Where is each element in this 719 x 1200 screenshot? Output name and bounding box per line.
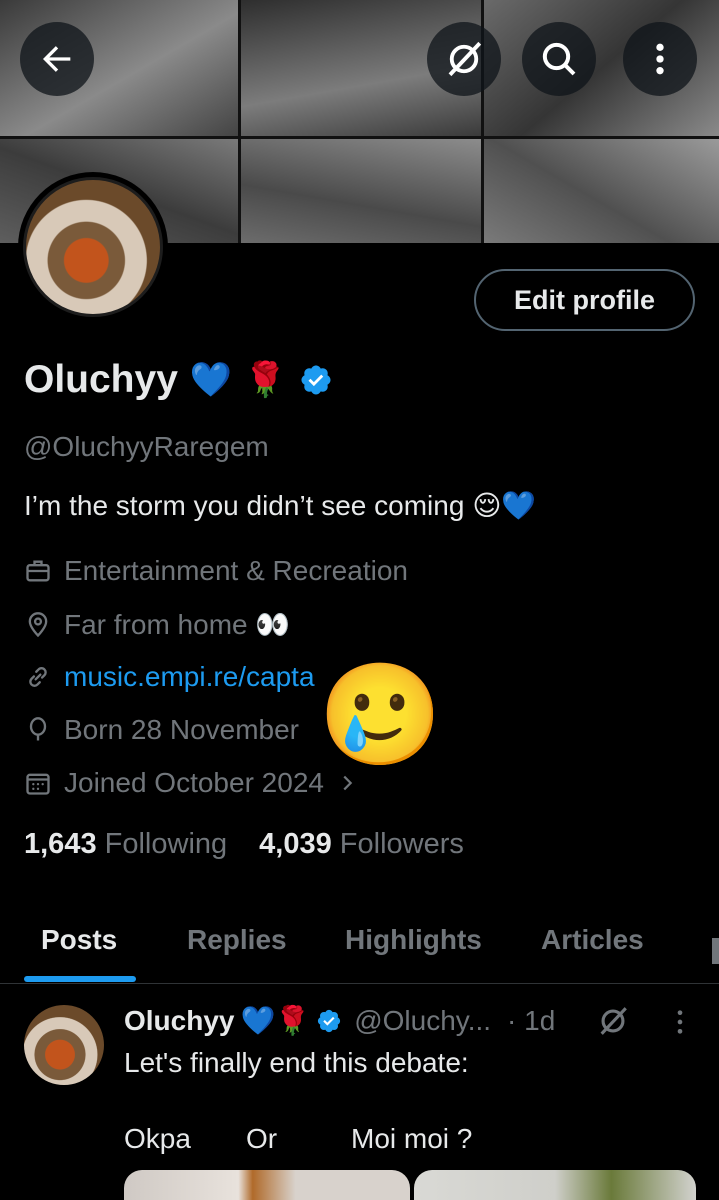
banner-photo-5 bbox=[241, 139, 481, 243]
tab-articles[interactable]: Articles bbox=[541, 924, 644, 956]
following-label: Following bbox=[104, 828, 228, 860]
category-row: Entertainment & Recreation bbox=[24, 555, 408, 587]
name-emoji-heart: 💙 bbox=[189, 361, 233, 399]
website-row[interactable]: music.empi.re/capta bbox=[24, 661, 315, 693]
followers-label: Followers bbox=[339, 828, 464, 860]
post-media-image-1[interactable] bbox=[124, 1170, 410, 1200]
grok-icon bbox=[600, 1007, 627, 1035]
grok-button[interactable] bbox=[427, 22, 501, 96]
post-option-2: Moi moi ? bbox=[351, 1123, 473, 1154]
briefcase-icon bbox=[26, 560, 50, 582]
post-media-image-2[interactable] bbox=[414, 1170, 696, 1200]
profile-location: Far from home 👀 bbox=[64, 609, 291, 640]
avatar-photo bbox=[23, 177, 163, 317]
post-option-1: Okpa bbox=[124, 1123, 191, 1154]
grok-icon bbox=[448, 41, 482, 77]
post-options-line: Okpa Or Moi moi ? bbox=[124, 1123, 472, 1155]
following-count: 1,643 bbox=[24, 828, 97, 860]
profile-website-link[interactable]: music.empi.re/capta bbox=[64, 661, 315, 693]
profile-category: Entertainment & Recreation bbox=[64, 555, 408, 586]
tab-posts[interactable]: Posts bbox=[41, 924, 117, 956]
profile-joined: Joined October 2024 bbox=[64, 767, 324, 798]
search-button[interactable] bbox=[522, 22, 596, 96]
post-timestamp[interactable]: · 1d bbox=[507, 1005, 555, 1037]
profile-birthday: Born 28 November bbox=[64, 714, 300, 745]
more-options-button[interactable] bbox=[623, 22, 697, 96]
arrow-left-icon bbox=[43, 46, 71, 72]
follow-stats: 1,643 Following 4,039 Followers bbox=[24, 828, 464, 861]
post-grok-button[interactable] bbox=[596, 1004, 630, 1043]
location-row: Far from home 👀 bbox=[24, 608, 290, 641]
more-vertical-icon bbox=[677, 1010, 683, 1034]
display-name-row: Oluchyy 💙 🌹 bbox=[24, 358, 333, 402]
profile-avatar[interactable] bbox=[18, 172, 168, 322]
post-name-emojis: 💙🌹 bbox=[240, 1005, 311, 1036]
banner-photo-6 bbox=[484, 139, 719, 243]
edit-profile-button[interactable]: Edit profile bbox=[474, 269, 695, 331]
post-option-or: Or bbox=[246, 1123, 278, 1154]
birthday-row: Born 28 November bbox=[24, 714, 299, 746]
followers-count: 4,039 bbox=[259, 828, 332, 860]
joined-row[interactable]: Joined October 2024 bbox=[24, 767, 358, 799]
following-link[interactable]: 1,643 Following bbox=[24, 828, 227, 861]
search-icon bbox=[542, 42, 576, 76]
profile-tabs: Posts Replies Highlights Articles bbox=[0, 918, 719, 984]
more-vertical-icon bbox=[656, 43, 664, 75]
verified-badge-icon[interactable] bbox=[316, 1008, 342, 1034]
tab-replies[interactable]: Replies bbox=[187, 924, 287, 956]
calendar-icon bbox=[26, 773, 50, 795]
back-button[interactable] bbox=[20, 22, 94, 96]
profile-bio: I’m the storm you didn’t see coming 😌💙 bbox=[24, 490, 537, 521]
smiling-tear-sticker: 🥲 bbox=[318, 659, 443, 771]
verified-badge-icon[interactable] bbox=[299, 363, 333, 397]
followers-link[interactable]: 4,039 Followers bbox=[259, 828, 464, 861]
location-pin-icon bbox=[28, 611, 48, 637]
post-author-avatar[interactable] bbox=[24, 1005, 104, 1085]
tab-overflow-edge[interactable] bbox=[712, 938, 719, 964]
display-name: Oluchyy bbox=[24, 358, 178, 401]
post-text: Let's finally end this debate: bbox=[124, 1047, 469, 1078]
post-header: Oluchyy 💙🌹 @Oluchy... · 1d bbox=[124, 1004, 555, 1037]
link-icon bbox=[29, 667, 47, 687]
profile-handle: @OluchyyRaregem bbox=[24, 431, 269, 462]
post-author-name[interactable]: Oluchyy bbox=[124, 1005, 234, 1037]
chevron-right-icon bbox=[343, 775, 353, 791]
post-more-button[interactable] bbox=[672, 1008, 688, 1041]
active-tab-indicator bbox=[24, 976, 136, 982]
balloon-icon bbox=[29, 717, 47, 741]
name-emoji-rose: 🌹 bbox=[244, 361, 287, 399]
post-author-handle[interactable]: @Oluchy... bbox=[354, 1005, 491, 1037]
tab-highlights[interactable]: Highlights bbox=[345, 924, 482, 956]
